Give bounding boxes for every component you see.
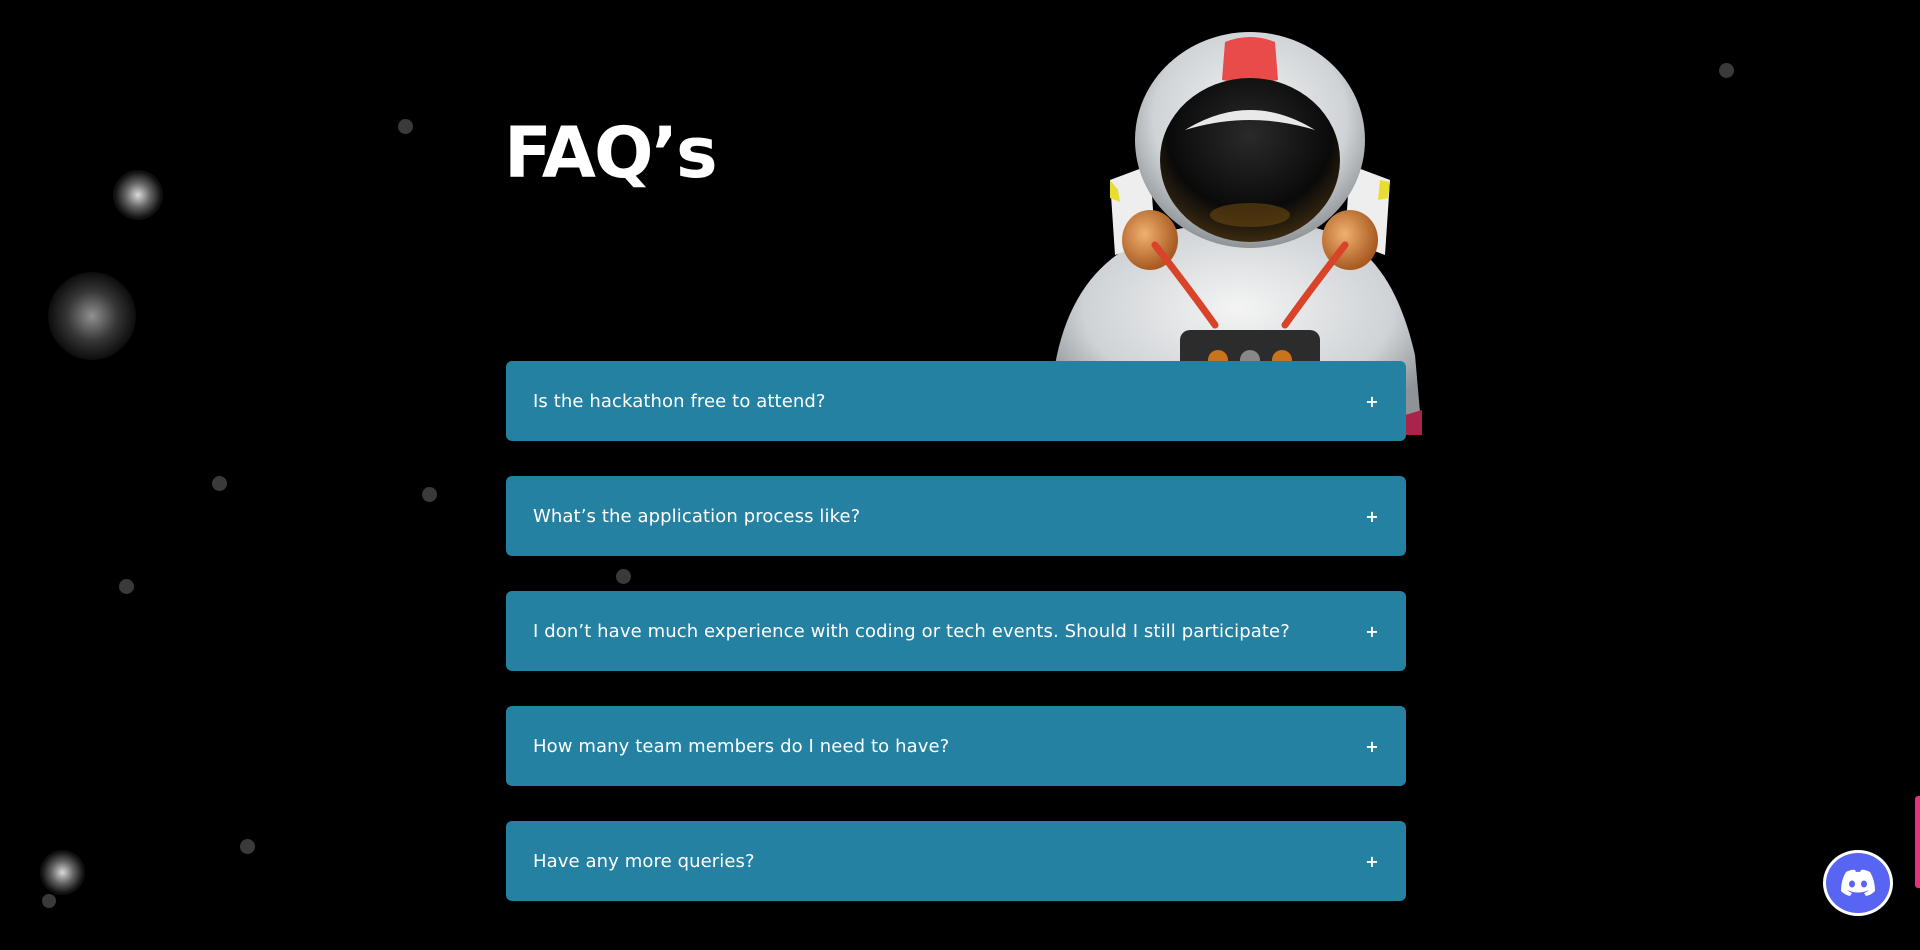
faq-question: How many team members do I need to have? — [533, 735, 950, 757]
page-title: FAQ’s — [504, 112, 718, 194]
faq-item[interactable]: Is the hackathon free to attend? + — [506, 361, 1406, 441]
expand-plus-icon[interactable]: + — [1365, 737, 1379, 756]
discord-icon — [1826, 853, 1890, 913]
star-glow — [40, 850, 85, 895]
star-glow — [48, 272, 136, 360]
star — [119, 579, 134, 594]
faq-question: Is the hackathon free to attend? — [533, 390, 826, 412]
discord-button[interactable] — [1823, 850, 1893, 916]
faq-question: Have any more queries? — [533, 850, 755, 872]
faq-item[interactable]: What’s the application process like? + — [506, 476, 1406, 556]
expand-plus-icon[interactable]: + — [1365, 622, 1379, 641]
star — [240, 839, 255, 854]
faq-page: FAQ’s Is the hackathon free to attend? +… — [0, 0, 1920, 950]
expand-plus-icon[interactable]: + — [1365, 507, 1379, 526]
faq-item[interactable]: I don’t have much experience with coding… — [506, 591, 1406, 671]
star — [422, 487, 437, 502]
star — [1719, 63, 1734, 78]
star — [212, 476, 227, 491]
faq-question: What’s the application process like? — [533, 505, 861, 527]
faq-item[interactable]: Have any more queries? + — [506, 821, 1406, 901]
expand-plus-icon[interactable]: + — [1365, 852, 1379, 871]
faq-question: I don’t have much experience with coding… — [533, 620, 1290, 642]
star — [398, 119, 413, 134]
faq-item[interactable]: How many team members do I need to have?… — [506, 706, 1406, 786]
star — [42, 894, 56, 908]
scroll-indicator[interactable] — [1915, 796, 1920, 888]
star-glow — [113, 170, 163, 220]
expand-plus-icon[interactable]: + — [1365, 392, 1379, 411]
faq-list: Is the hackathon free to attend? + What’… — [506, 361, 1406, 936]
